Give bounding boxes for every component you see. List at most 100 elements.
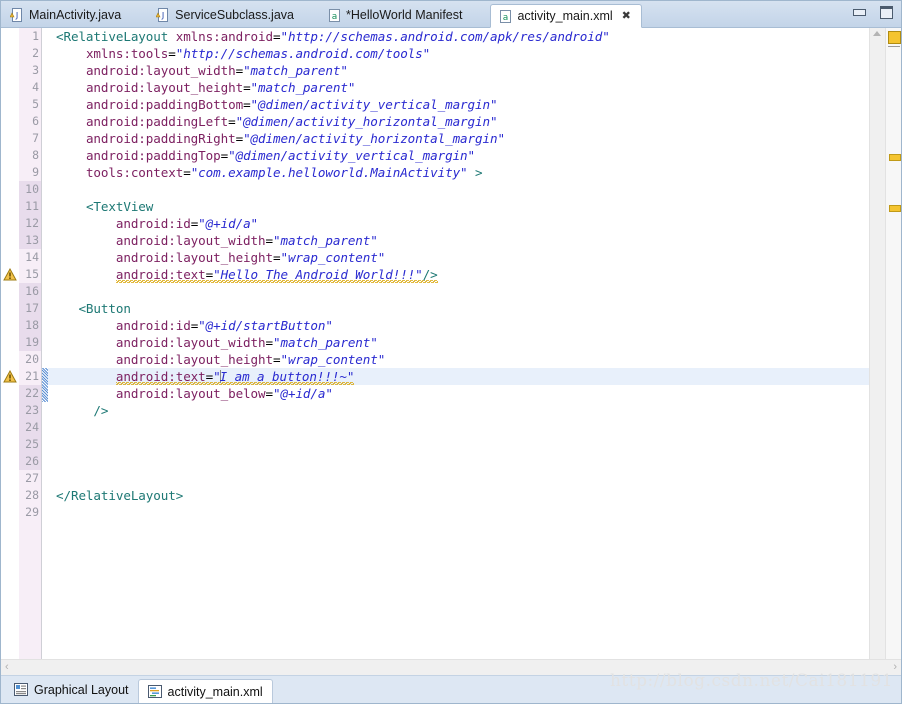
warning-summary-icon [887, 31, 901, 44]
editor-tab-activity-main-xml[interactable]: a activity_main.xml ✖ [490, 4, 642, 28]
code-line[interactable]: android:layout_width="match_parent" [48, 334, 869, 351]
code-line[interactable] [48, 283, 869, 300]
code-line[interactable] [48, 419, 869, 436]
token-val: "@dimen/activity_vertical_margin" [250, 97, 498, 112]
code-tokens: android:paddingTop="@dimen/activity_vert… [86, 148, 475, 163]
token-val: "com.example.helloworld.MainActivity" [190, 165, 468, 180]
eclipse-editor-window: J MainActivity.java J ServiceSubclass.ja… [0, 0, 902, 704]
code-line[interactable]: /> [48, 402, 869, 419]
code-line[interactable] [48, 453, 869, 470]
line-number: 14 [25, 250, 39, 264]
token-val: "http://schemas.android.com/tools" [175, 46, 431, 61]
layout-preview-icon [14, 682, 28, 698]
code-line[interactable]: android:text="I am a button!!!~" [48, 368, 869, 385]
minimize-button[interactable] [851, 5, 866, 18]
editor-tab-servicesubclass-java[interactable]: J ServiceSubclass.java [149, 4, 304, 27]
line-number: 21 [25, 369, 39, 383]
token-attr: android:layout_height [115, 352, 273, 367]
code-line[interactable]: android:layout_height="wrap_content" [48, 249, 869, 266]
code-line[interactable]: android:layout_width="match_parent" [48, 62, 869, 79]
code-line[interactable]: android:paddingTop="@dimen/activity_vert… [48, 147, 869, 164]
token-attr: android:text [115, 369, 206, 384]
warning-marker-icon[interactable] [3, 369, 17, 384]
line-number: 8 [32, 148, 39, 162]
bottom-tab-label: activity_main.xml [167, 685, 263, 699]
token-tag: <TextView [85, 199, 154, 214]
token-punc: > [467, 165, 483, 180]
line-number: 9 [32, 165, 39, 179]
code-text-area[interactable]: <RelativeLayout xmlns:android="http://sc… [48, 28, 869, 659]
editor-right-bars [869, 28, 901, 659]
code-line[interactable]: <Button [48, 300, 869, 317]
line-number: 15 [25, 267, 39, 281]
bottom-tab-graphical-layout[interactable]: Graphical Layout [5, 679, 138, 701]
code-tokens: android:layout_height="wrap_content" [116, 250, 385, 265]
code-line[interactable]: </RelativeLayout> [48, 487, 869, 504]
token-attr: android:paddingRight [85, 131, 236, 146]
warning-marker-icon[interactable] [3, 267, 17, 282]
warning-underline: android:text="Hello The Android World!!!… [115, 267, 438, 283]
code-line[interactable]: android:layout_width="match_parent" [48, 232, 869, 249]
token-punc: /> [422, 267, 438, 282]
close-icon[interactable]: ✖ [622, 10, 631, 22]
code-tokens: <RelativeLayout xmlns:android="http://sc… [56, 29, 610, 44]
token-val: "match_parent" [250, 80, 356, 95]
code-line[interactable]: android:id="@+id/startButton" [48, 317, 869, 334]
bottom-tab-activity-main-xml[interactable]: activity_main.xml [137, 679, 273, 703]
token-attr: tools:context [85, 165, 184, 180]
token-eq: = [235, 131, 244, 146]
code-line[interactable]: tools:context="com.example.helloworld.Ma… [48, 164, 869, 181]
code-line[interactable]: android:layout_height="wrap_content" [48, 351, 869, 368]
code-tokens: android:layout_width="match_parent" [116, 233, 378, 248]
vertical-scrollbar[interactable] [869, 28, 885, 659]
code-line[interactable]: android:layout_height="match_parent" [48, 79, 869, 96]
code-line[interactable] [48, 181, 869, 198]
editor-tab-helloworld-manifest[interactable]: a *HelloWorld Manifest [320, 4, 472, 27]
scroll-up-arrow-icon[interactable] [873, 31, 881, 36]
code-line[interactable]: android:id="@+id/a" [48, 215, 869, 232]
code-line[interactable] [48, 504, 869, 521]
code-line[interactable]: android:paddingBottom="@dimen/activity_v… [48, 96, 869, 113]
overview-ruler[interactable] [884, 28, 901, 659]
code-tokens: xmlns:tools="http://schemas.android.com/… [86, 46, 430, 61]
line-number: 2 [32, 46, 39, 60]
scroll-right-arrow-icon[interactable]: › [893, 662, 897, 673]
line-number: 16 [19, 283, 41, 300]
line-number: 1 [32, 29, 39, 43]
token-val: "wrap_content" [280, 250, 386, 265]
token-val: "Hello The Android World!!!" [213, 267, 423, 282]
token-attr: xmlns:android [175, 29, 273, 44]
scroll-left-arrow-icon[interactable]: ‹ [5, 662, 9, 673]
token-val: "@+id/a" [273, 386, 333, 401]
line-number: 22 [19, 385, 41, 402]
code-line[interactable] [48, 470, 869, 487]
editor-tab-mainactivity-java[interactable]: J MainActivity.java [3, 4, 131, 27]
code-tokens: android:paddingBottom="@dimen/activity_v… [86, 97, 498, 112]
token-attr: android:layout_below [115, 386, 266, 401]
token-eq: = [228, 114, 236, 129]
code-tokens: android:layout_height="wrap_content" [116, 352, 385, 367]
code-tokens: android:layout_width="match_parent" [86, 63, 348, 78]
code-line[interactable]: <TextView [48, 198, 869, 215]
token-eq: = [243, 80, 251, 95]
line-number: 3 [32, 63, 39, 77]
token-eq: = [265, 335, 274, 350]
xml-manifest-icon: a [327, 8, 341, 23]
code-line[interactable]: android:text="Hello The Android World!!!… [48, 266, 869, 283]
code-tokens: android:id="@+id/a" [116, 216, 258, 231]
code-line[interactable] [48, 436, 869, 453]
code-line[interactable]: android:paddingLeft="@dimen/activity_hor… [48, 113, 869, 130]
annotation-gutter[interactable] [1, 28, 19, 659]
horizontal-scrollbar[interactable]: ‹ › [1, 659, 901, 675]
code-line[interactable]: xmlns:tools="http://schemas.android.com/… [48, 45, 869, 62]
code-line[interactable]: android:layout_below="@+id/a" [48, 385, 869, 402]
overview-warning-mark[interactable] [888, 154, 901, 161]
line-number: 27 [25, 471, 39, 485]
line-number: 29 [25, 505, 39, 519]
code-line[interactable]: <RelativeLayout xmlns:android="http://sc… [48, 28, 869, 45]
maximize-button[interactable] [878, 5, 893, 19]
code-tokens: android:layout_below="@+id/a" [116, 386, 333, 401]
bottom-tab-label: Graphical Layout [34, 683, 129, 697]
code-line[interactable]: android:paddingRight="@dimen/activity_ho… [48, 130, 869, 147]
overview-warning-mark[interactable] [888, 205, 901, 212]
